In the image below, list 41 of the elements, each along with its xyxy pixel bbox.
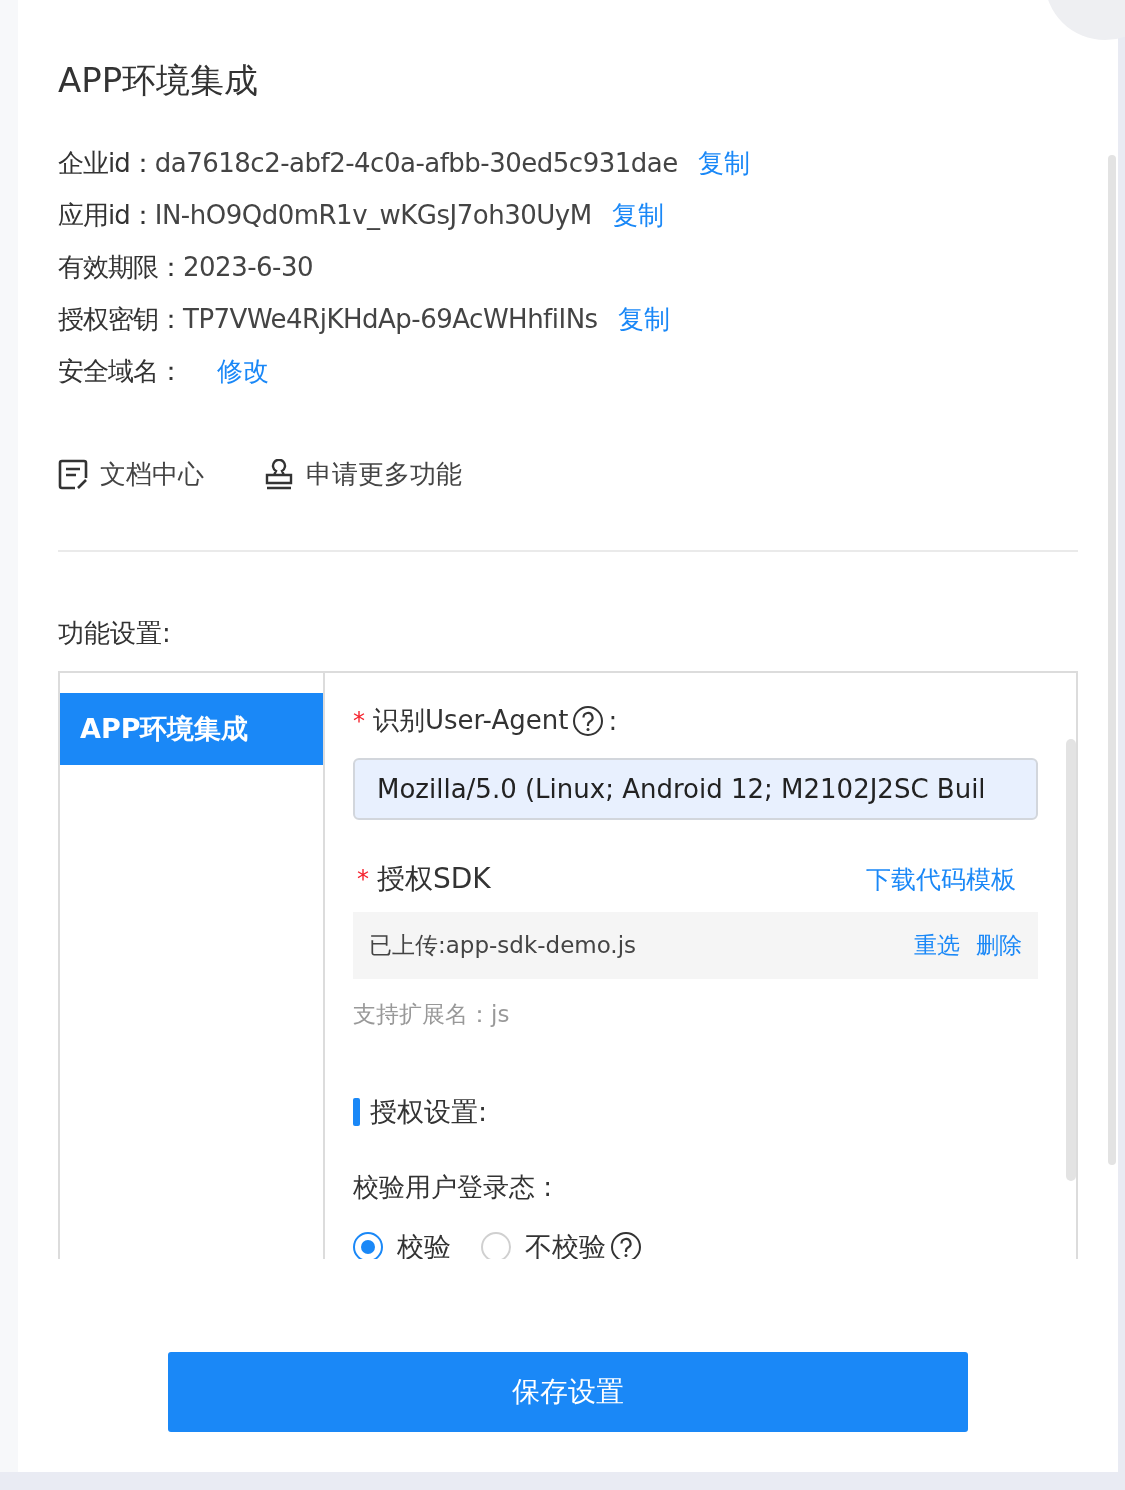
save-button[interactable]: 保存设置: [168, 1352, 968, 1432]
info-label: 企业id：: [58, 147, 155, 180]
info-value: TP7VWe4RjKHdAp-69AcWHhfiINs: [183, 303, 598, 336]
label-colon: :: [608, 705, 618, 736]
drawer-title: APP环境集成: [58, 59, 260, 102]
action-link[interactable]: 复制: [617, 298, 670, 341]
subsection-heading: 授权设置:: [370, 1095, 488, 1129]
scrollbar[interactable]: [1066, 739, 1076, 1181]
scrollbar[interactable]: [1108, 155, 1116, 1165]
field-label: 授权SDK: [377, 861, 491, 897]
file-action-link[interactable]: 重选: [914, 930, 960, 961]
input-field[interactable]: Mozilla/5.0 (Linux; Android 12; M2102J2SC Buil: [353, 758, 1038, 820]
radio-button[interactable]: [353, 1232, 383, 1259]
info-value: IN-hO9Qd0mR1v_wKGsJ7oh30UyM: [154, 199, 592, 232]
field-label: 校验用户登录态 :: [353, 1171, 554, 1204]
link-text[interactable]: 文档中心: [100, 457, 204, 492]
section-label: 功能设置:: [58, 617, 172, 650]
file-name: 已上传:app-sdk-demo.js: [369, 931, 637, 960]
required-mark: *: [353, 706, 365, 735]
action-link[interactable]: 修改: [217, 350, 269, 393]
field-label: 识别User-Agent: [373, 704, 569, 737]
menu-item[interactable]: APP环境集成: [60, 693, 323, 765]
info-value: 2023-6-30: [183, 251, 314, 284]
radio-button[interactable]: [481, 1232, 511, 1259]
required-mark: *: [357, 865, 369, 893]
link-text[interactable]: 申请更多功能: [306, 457, 462, 492]
action-link[interactable]: 复制: [697, 142, 750, 185]
stamp-icon: [264, 458, 294, 491]
hint-text: 支持扩展名：js: [353, 1000, 511, 1029]
info-label: 授权密钥：: [58, 303, 183, 336]
download-link[interactable]: 下载代码模板: [866, 862, 1016, 896]
file-action-link[interactable]: 删除: [976, 930, 1022, 961]
help-icon[interactable]: [610, 1231, 642, 1259]
help-icon[interactable]: [572, 704, 605, 737]
action-link[interactable]: 复制: [611, 194, 664, 237]
document-icon: [58, 458, 88, 491]
info-label: 应用id：: [58, 199, 155, 232]
info-label: 安全域名：: [58, 355, 183, 388]
info-value: da7618c2-abf2-4c0a-afbb-30ed5c931dae: [154, 147, 678, 180]
info-label: 有效期限：: [58, 251, 183, 284]
heading-bar: [353, 1098, 360, 1126]
